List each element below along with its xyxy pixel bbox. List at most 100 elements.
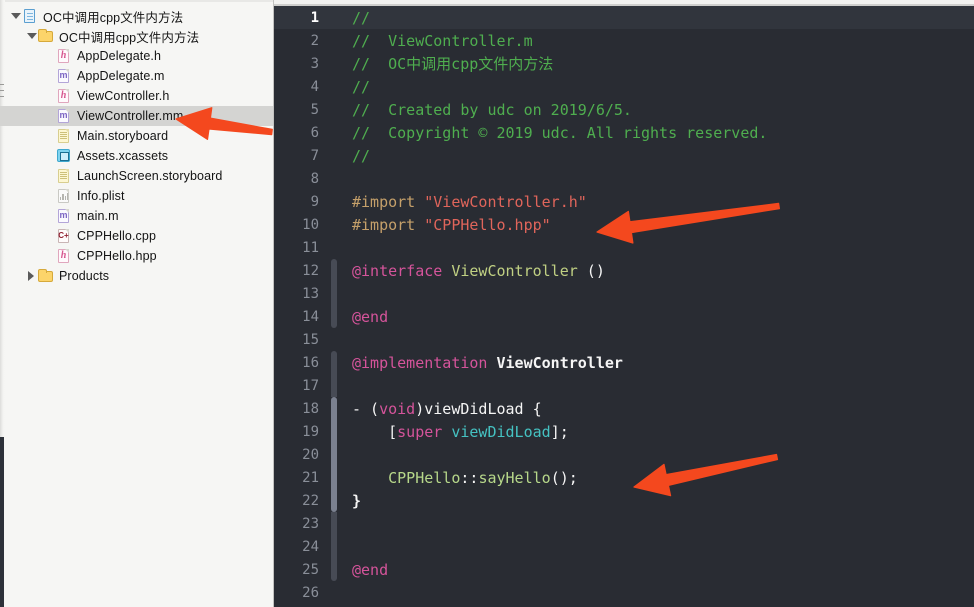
token: ViewController [496,353,623,372]
code-line[interactable]: 3 // OC中调用cpp文件内方法 [274,52,974,75]
code-line[interactable]: 5 // Created by udc on 2019/6/5. [274,98,974,121]
code-line[interactable]: 22} [274,489,974,512]
token: sayHello [478,468,551,487]
code-line[interactable]: 2 // ViewController.m [274,29,974,52]
project-navigator[interactable]: OC中调用cpp文件内方法 OC中调用cpp文件内方法 h AppDelegate.h… [0,0,274,607]
code-fold-ribbon[interactable] [331,282,337,305]
code-line[interactable]: 23 [274,512,974,535]
code-line[interactable]: 21 CPPHello::sayHello(); [274,466,974,489]
code-area[interactable]: 1 // 2 // ViewController.m 3 // OC中调用cpp文件内方法… [274,6,974,607]
tree-item-launchscreen.storyboard[interactable]: LaunchScreen.storyboard [0,166,273,186]
tree-item-cpphello.hpp[interactable]: h CPPHello.hpp [0,246,273,266]
folder-icon [38,268,53,284]
code-line[interactable]: 20 [274,443,974,466]
code-fold-ribbon[interactable] [331,213,337,236]
tree-item-viewcontroller.mm[interactable]: m ViewController.mm [0,106,273,126]
code-fold-ribbon[interactable] [331,374,337,397]
tree-item-oc-cpp-[interactable]: OC中调用cpp文件内方法 [0,6,273,26]
code-text: @end [331,561,388,579]
code-line[interactable]: 14 @end [274,305,974,328]
code-line[interactable]: 19 [super viewDidLoad]; [274,420,974,443]
code-line[interactable]: 15 [274,328,974,351]
code-fold-ribbon[interactable] [331,236,337,259]
code-line[interactable]: 6 // Copyright © 2019 udc. All rights res… [274,121,974,144]
code-fold-ribbon[interactable] [331,121,337,144]
tree-item-appdelegate.h[interactable]: h AppDelegate.h [0,46,273,66]
code-fold-ribbon[interactable] [331,305,337,328]
code-fold-ribbon[interactable] [331,420,337,443]
line-number: 10 [302,216,319,233]
token: // [352,8,371,27]
code-line[interactable]: 7 // [274,144,974,167]
code-text: #import "ViewController.h" [331,193,587,211]
disclosure-down-icon[interactable] [26,26,38,46]
line-number: 20 [302,446,319,463]
line-number: 24 [302,538,319,555]
token: [ [352,422,398,441]
token: @end [352,307,389,326]
tree-item-main.m[interactable]: m main.m [0,206,273,226]
tree-item-cpphello.cpp[interactable]: C+ CPPHello.cpp [0,226,273,246]
tree-item-appdelegate.m[interactable]: m AppDelegate.m [0,66,273,86]
line-number: 9 [310,193,319,210]
tree-item-oc-cpp-[interactable]: OC中调用cpp文件内方法 [0,26,273,46]
code-fold-ribbon[interactable] [331,466,337,489]
token: @end [352,560,389,579]
code-line[interactable]: 17 [274,374,974,397]
header-file-icon: h [56,88,71,104]
line-number: 12 [302,262,319,279]
code-line[interactable]: 26 [274,581,974,604]
code-fold-ribbon[interactable] [331,581,337,604]
token: ViewController [451,261,578,280]
code-line[interactable]: 9 #import "ViewController.h" [274,190,974,213]
code-fold-ribbon[interactable] [331,98,337,121]
code-text: // ViewController.m [331,32,533,50]
code-line[interactable]: 1 // [274,6,974,29]
code-fold-ribbon[interactable] [331,190,337,213]
tree-item-products[interactable]: Products [0,266,273,286]
code-fold-ribbon[interactable] [331,489,337,512]
code-fold-ribbon[interactable] [331,259,337,282]
code-text: // Copyright © 2019 udc. All rights rese… [331,124,767,142]
code-fold-ribbon[interactable] [331,535,337,558]
source-editor[interactable]: 1 // 2 // ViewController.m 3 // OC中调用cpp文件内方法… [274,0,974,607]
line-number: 23 [302,515,319,532]
code-line[interactable]: 18 - (void)viewDidLoad { [274,397,974,420]
disclosure-down-icon[interactable] [10,6,22,26]
code-line[interactable]: 12 @interface ViewController () [274,259,974,282]
disclosure-right-icon[interactable] [26,266,38,286]
tree-item-assets.xcassets[interactable]: Assets.xcassets [0,146,273,166]
token: @implementation [352,353,488,372]
code-fold-ribbon[interactable] [331,6,337,29]
code-fold-ribbon[interactable] [331,75,337,98]
code-fold-ribbon[interactable] [331,397,337,420]
tree-item-main.storyboard[interactable]: Main.storyboard [0,126,273,146]
code-line[interactable]: 24 [274,535,974,558]
code-line[interactable]: 16 @implementation ViewController [274,351,974,374]
code-fold-ribbon[interactable] [331,29,337,52]
token: (); [550,468,578,487]
code-line[interactable]: 10 #import "CPPHello.hpp" [274,213,974,236]
code-line[interactable]: 4 // [274,75,974,98]
code-fold-ribbon[interactable] [331,512,337,535]
tree-item-info.plist[interactable]: Info.plist [0,186,273,206]
code-fold-ribbon[interactable] [331,328,337,351]
code-line[interactable]: 8 [274,167,974,190]
code-fold-ribbon[interactable] [331,351,337,374]
code-fold-ribbon[interactable] [331,558,337,581]
code-line[interactable]: 11 [274,236,974,259]
line-number: 11 [302,239,319,256]
file-tree[interactable]: OC中调用cpp文件内方法 OC中调用cpp文件内方法 h AppDelegate.h… [0,6,273,286]
code-line[interactable]: 13 [274,282,974,305]
code-text: // Created by udc on 2019/6/5. [331,101,632,119]
code-fold-ribbon[interactable] [331,144,337,167]
code-line[interactable]: 25 @end [274,558,974,581]
code-fold-ribbon[interactable] [331,443,337,466]
code-fold-ribbon[interactable] [331,52,337,75]
tree-item-viewcontroller.h[interactable]: h ViewController.h [0,86,273,106]
token: ]; [550,422,569,441]
code-fold-ribbon[interactable] [331,167,337,190]
